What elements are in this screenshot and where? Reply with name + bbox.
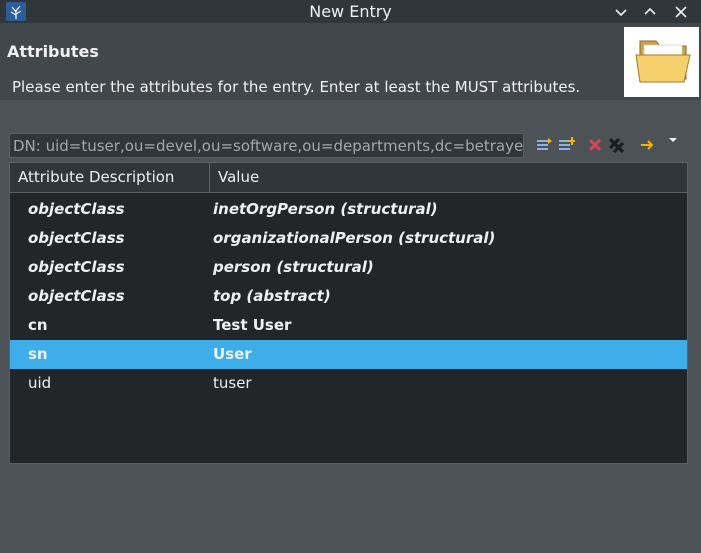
dn-text: DN: uid=tuser,ou=devel,ou=software,ou=de… <box>13 137 524 155</box>
table-row[interactable]: objectClass organizationalPerson (struct… <box>10 224 687 253</box>
table-header: Attribute Description Value <box>10 163 687 193</box>
table-row[interactable]: objectClass person (structural) <box>10 253 687 282</box>
column-header-attribute[interactable]: Attribute Description <box>10 163 210 192</box>
value-cell: person (structural) <box>213 258 374 276</box>
value-cell: top (abstract) <box>213 287 331 305</box>
minimize-icon[interactable] <box>612 3 630 21</box>
delete-all-icon[interactable] <box>607 136 625 154</box>
value-cell: User <box>213 345 252 363</box>
table-row-selected[interactable]: sn User <box>10 340 687 369</box>
dropdown-icon[interactable] <box>666 133 680 147</box>
column-header-value[interactable]: Value <box>210 163 687 192</box>
table-row[interactable]: uid tuser <box>10 369 687 398</box>
window-titlebar[interactable]: New Entry <box>0 0 701 23</box>
value-cell: tuser <box>213 374 252 392</box>
folder-icon <box>635 40 691 83</box>
value-cell: inetOrgPerson (structural) <box>213 200 438 218</box>
next-arrow-icon[interactable] <box>638 136 656 154</box>
wizard-header: Attributes Please enter the attributes f… <box>0 23 701 100</box>
delete-icon[interactable] <box>586 136 604 154</box>
value-cell: Test User <box>213 316 292 334</box>
window-title: New Entry <box>309 2 392 21</box>
attribute-cell: objectClass <box>28 229 125 247</box>
attribute-cell: objectClass <box>28 287 125 305</box>
maximize-icon[interactable] <box>641 3 659 21</box>
close-icon[interactable] <box>672 3 690 21</box>
table-row[interactable]: cn Test User <box>10 311 687 340</box>
attribute-cell: objectClass <box>28 258 125 276</box>
wizard-banner <box>624 27 699 97</box>
new-value-icon[interactable] <box>557 136 575 154</box>
table-row[interactable]: objectClass inetOrgPerson (structural) <box>10 195 687 224</box>
page-description: Please enter the attributes for the entr… <box>12 78 581 96</box>
dn-field[interactable]: DN: uid=tuser,ou=devel,ou=software,ou=de… <box>9 133 524 158</box>
value-cell: organizationalPerson (structural) <box>213 229 496 247</box>
table-row[interactable]: objectClass top (abstract) <box>10 282 687 311</box>
attributes-table[interactable]: Attribute Description Value objectClass … <box>9 162 688 464</box>
attribute-cell: objectClass <box>28 200 125 218</box>
attribute-cell: uid <box>28 374 52 392</box>
page-title: Attributes <box>7 42 99 61</box>
attribute-cell: cn <box>28 316 48 334</box>
attribute-cell: sn <box>28 345 48 363</box>
new-attribute-icon[interactable] <box>535 136 553 154</box>
